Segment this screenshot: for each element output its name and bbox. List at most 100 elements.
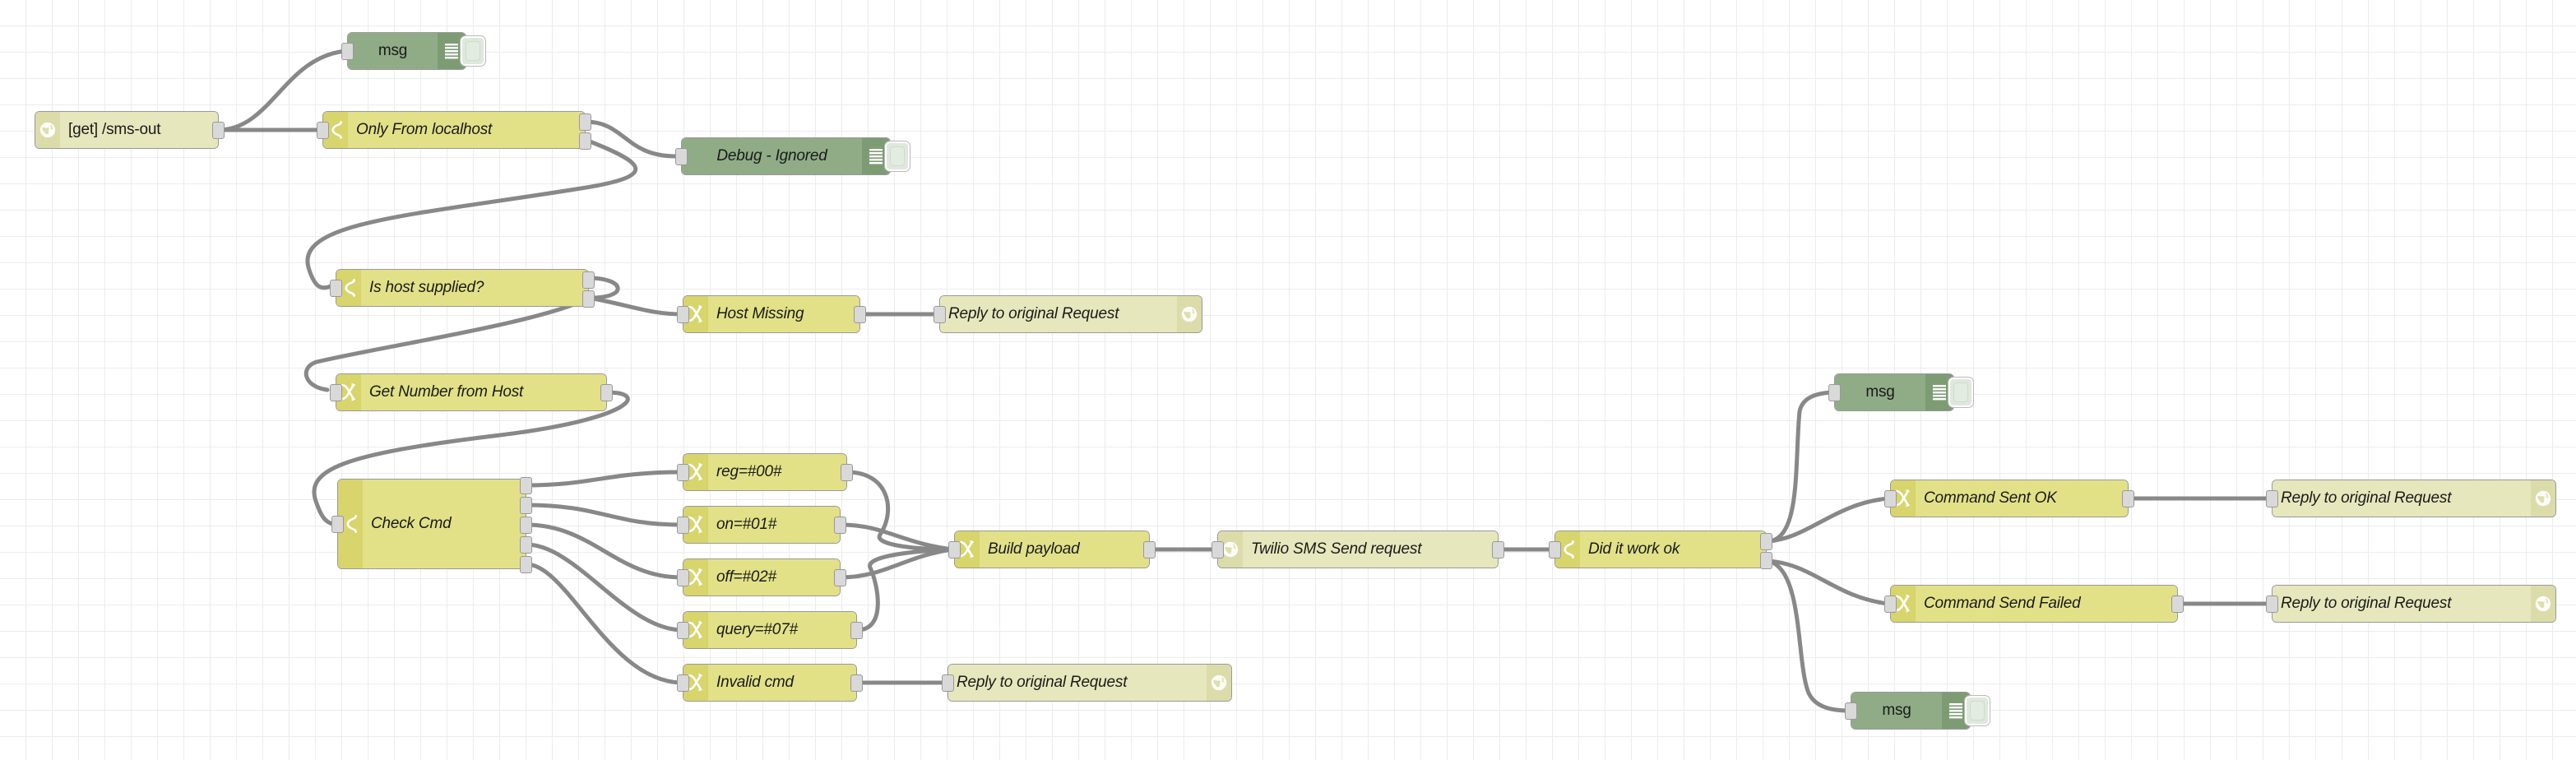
input-port[interactable] (677, 569, 689, 586)
output-port[interactable] (1492, 541, 1504, 558)
input-port[interactable] (675, 148, 688, 165)
output-port[interactable] (834, 517, 846, 534)
node-switch-did-it-work-ok[interactable]: Did it work ok (1549, 531, 1772, 569)
output-port-1[interactable] (579, 114, 591, 131)
output-port-1[interactable] (582, 271, 595, 289)
input-port[interactable] (2266, 490, 2278, 507)
globe-icon (2531, 480, 2555, 517)
flow-canvas[interactable]: [get] /sms-out msg Only From localhost D… (0, 0, 2576, 760)
input-port[interactable] (677, 464, 689, 481)
node-change-on[interactable]: on=#01# (677, 506, 846, 544)
node-http-response-reply-3[interactable]: Reply to original Request (2266, 480, 2556, 517)
input-port[interactable] (1828, 384, 1841, 401)
output-port[interactable] (834, 569, 846, 586)
output-port[interactable] (2122, 490, 2134, 507)
output-port-1[interactable] (520, 477, 532, 494)
node-label: off=#02# (716, 568, 776, 586)
input-port[interactable] (677, 517, 689, 534)
input-port[interactable] (677, 674, 689, 692)
input-port[interactable] (942, 674, 954, 692)
input-port[interactable] (1884, 595, 1897, 613)
node-label: Command Sent OK (1924, 489, 2057, 507)
input-port[interactable] (341, 43, 354, 60)
node-label: Build payload (988, 540, 1080, 558)
node-http-response-reply-2[interactable]: Reply to original Request (942, 664, 1232, 702)
node-debug-msg-top[interactable]: msg (341, 32, 486, 70)
globe-icon (1207, 665, 1231, 701)
input-port[interactable] (330, 384, 342, 401)
input-port[interactable] (1884, 490, 1897, 507)
input-port[interactable] (2266, 595, 2278, 613)
output-port-5[interactable] (520, 556, 532, 573)
node-label: Reply to original Request (957, 674, 1128, 691)
input-port[interactable] (317, 122, 329, 139)
output-port[interactable] (854, 306, 866, 323)
node-debug-ignored[interactable]: Debug - Ignored (675, 137, 910, 175)
input-port[interactable] (1212, 541, 1224, 558)
output-port-2[interactable] (1760, 552, 1772, 569)
node-http-response-reply-4[interactable]: Reply to original Request (2266, 585, 2556, 623)
node-http-response-reply-1[interactable]: Reply to original Request (934, 295, 1202, 333)
node-switch-check-cmd[interactable]: Check Cmd (331, 477, 532, 573)
output-port[interactable] (850, 674, 863, 692)
node-http-request-twilio-sms[interactable]: Twilio SMS Send request (1212, 531, 1504, 568)
node-change-command-send-failed[interactable]: Command Send Failed (1884, 585, 2184, 623)
node-label: Reply to original Request (2281, 595, 2452, 612)
globe-icon (2531, 586, 2555, 622)
node-switch-is-host-supplied[interactable]: Is host supplied? (330, 269, 595, 308)
debug-toggle-button[interactable] (884, 141, 910, 172)
input-port[interactable] (1845, 702, 1857, 720)
node-change-invalid-cmd[interactable]: Invalid cmd (677, 664, 863, 702)
node-label: [get] /sms-out (68, 121, 161, 138)
node-change-reg[interactable]: reg=#00# (677, 453, 853, 491)
node-label: Get Number from Host (369, 383, 524, 401)
node-change-build-payload[interactable]: Build payload (948, 531, 1156, 568)
node-label: query=#07# (716, 621, 798, 638)
output-port[interactable] (212, 122, 225, 139)
output-port[interactable] (1143, 541, 1156, 558)
node-label: Command Send Failed (1924, 595, 2081, 612)
node-debug-msg-ok[interactable]: msg (1828, 373, 1974, 411)
output-port[interactable] (850, 622, 863, 639)
node-label: Debug - Ignored (716, 147, 827, 165)
node-label: Did it work ok (1580, 540, 1766, 558)
output-port-2[interactable] (520, 497, 532, 514)
node-label: msg (1882, 702, 1911, 719)
globe-icon (1177, 296, 1202, 332)
node-change-get-number-from-host[interactable]: Get Number from Host (330, 373, 613, 411)
input-port[interactable] (948, 541, 961, 558)
node-change-query[interactable]: query=#07# (677, 611, 863, 649)
node-label: msg (1865, 383, 1895, 401)
node-switch-only-from-localhost[interactable]: Only From localhost (317, 111, 591, 150)
node-debug-msg-fail[interactable]: msg (1845, 692, 1990, 730)
output-port-2[interactable] (579, 132, 591, 150)
output-port-4[interactable] (520, 536, 532, 554)
node-http-in-sms-out[interactable]: [get] /sms-out (35, 111, 225, 149)
node-change-command-sent-ok[interactable]: Command Sent OK (1884, 480, 2134, 517)
output-port[interactable] (2171, 595, 2184, 613)
output-port-3[interactable] (520, 517, 532, 534)
debug-toggle-button[interactable] (460, 35, 486, 67)
node-label: on=#01# (716, 516, 777, 533)
output-port-1[interactable] (1760, 533, 1772, 550)
node-label: Check Cmd (363, 515, 526, 533)
input-port[interactable] (1549, 541, 1561, 558)
output-port[interactable] (841, 464, 853, 481)
input-port[interactable] (331, 516, 344, 533)
node-label: Is host supplied? (361, 279, 588, 297)
input-port[interactable] (330, 280, 342, 297)
debug-toggle-button[interactable] (1948, 377, 1974, 408)
node-label: Only From localhost (348, 121, 585, 139)
node-label: Reply to original Request (948, 305, 1119, 322)
output-port-2[interactable] (582, 290, 595, 308)
output-port[interactable] (600, 384, 613, 401)
node-label: Invalid cmd (716, 674, 794, 691)
node-change-host-missing[interactable]: Host Missing (677, 295, 866, 333)
input-port[interactable] (677, 622, 689, 639)
node-change-off[interactable]: off=#02# (677, 558, 846, 596)
debug-toggle-button[interactable] (1964, 695, 1990, 726)
input-port[interactable] (934, 306, 946, 323)
input-port[interactable] (677, 306, 689, 323)
node-label: reg=#00# (716, 463, 782, 480)
globe-icon (35, 112, 60, 148)
